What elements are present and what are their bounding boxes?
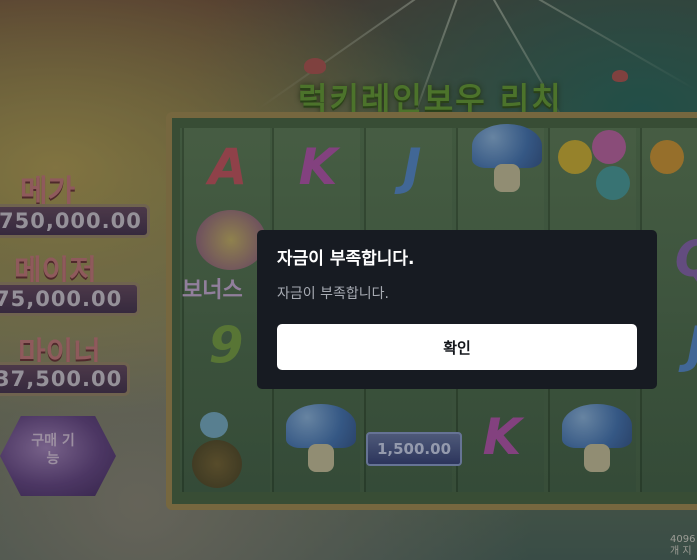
confirm-button[interactable]: 확인 [277, 324, 637, 370]
dialog-message: 자금이 부족합니다. [277, 286, 389, 302]
insufficient-funds-dialog: 자금이 부족합니다. 자금이 부족합니다. 확인 [257, 230, 657, 389]
dialog-title: 자금이 부족합니다. [277, 249, 415, 269]
